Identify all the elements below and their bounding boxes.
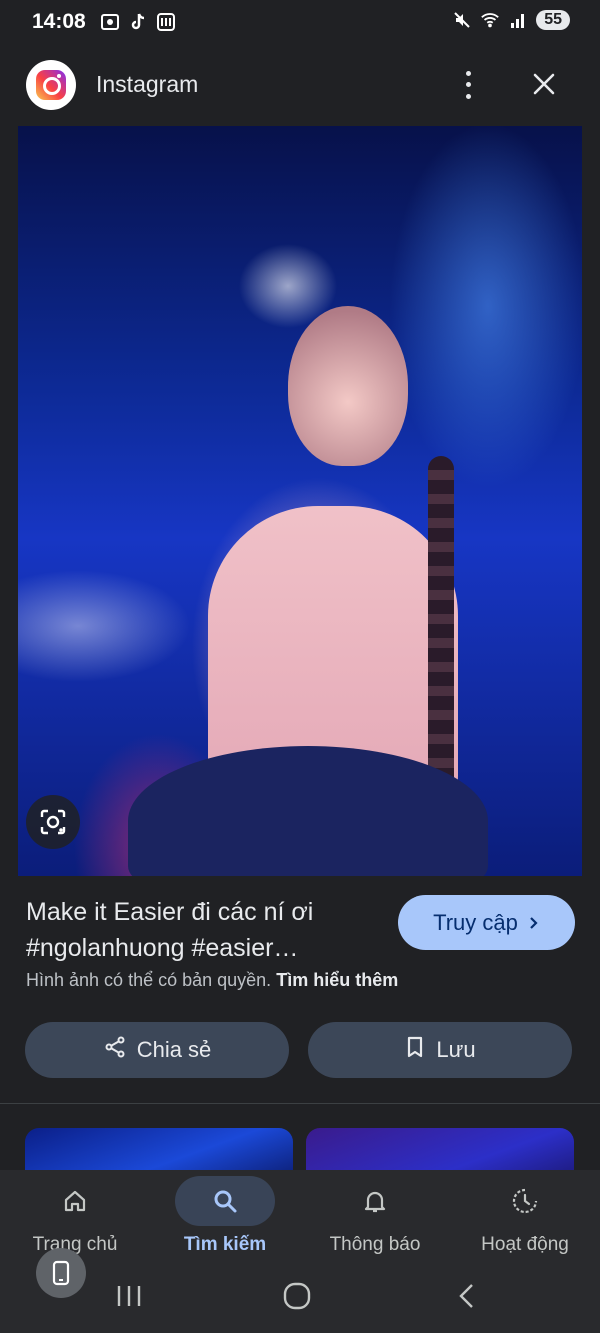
back-icon[interactable] [452, 1281, 482, 1316]
wifi-icon [480, 10, 500, 30]
result-title-line1: Make it Easier đi các ní ơi [26, 898, 314, 926]
status-time: 14:08 [32, 10, 86, 33]
divider [0, 1103, 600, 1104]
phone-screen-icon[interactable] [36, 1248, 86, 1298]
mute-icon [452, 10, 472, 30]
nav-label-search: Tìm kiếm [183, 1234, 267, 1255]
visit-button[interactable]: Truy cập [398, 895, 575, 950]
instagram-logo-icon [26, 60, 76, 110]
learn-more-link[interactable]: Tìm hiểu thêm [276, 970, 398, 990]
system-navigation-bar [0, 1263, 600, 1333]
chevron-right-icon [526, 910, 540, 936]
more-vert-icon[interactable] [456, 68, 480, 102]
nav-label-notifications: Thông báo [329, 1234, 421, 1255]
save-button[interactable]: Lưu [308, 1022, 572, 1078]
close-icon[interactable] [528, 68, 560, 100]
source-title: Instagram [96, 71, 199, 97]
copyright-notice: Hình ảnh có thể có bản quyền. Tìm hiểu t… [26, 970, 398, 991]
activity-icon [475, 1176, 575, 1226]
status-bar: 14:08 55 [0, 0, 600, 44]
result-image[interactable] [18, 126, 582, 876]
home-button-icon[interactable] [282, 1281, 312, 1316]
nav-label-activity: Hoạt động [481, 1234, 569, 1255]
screenshot-icon [100, 12, 120, 32]
google-lens-icon[interactable] [26, 795, 80, 849]
share-button[interactable]: Chia sẻ [25, 1022, 289, 1078]
tiktok-icon [128, 12, 148, 32]
search-icon [175, 1176, 275, 1226]
visit-button-label: Truy cập [433, 909, 518, 935]
nav-item-search[interactable]: Tìm kiếm [150, 1170, 300, 1270]
share-icon [103, 1035, 127, 1065]
result-title-line2: #ngolanhuong #easier… [26, 934, 299, 962]
status-icons-right: 55 [452, 10, 570, 30]
recent-apps-icon[interactable] [114, 1281, 144, 1316]
copyright-text: Hình ảnh có thể có bản quyền. [26, 970, 272, 990]
gallery-icon [156, 12, 176, 32]
home-icon [25, 1176, 125, 1226]
bookmark-icon [404, 1035, 426, 1065]
nav-item-activity[interactable]: Hoạt động [450, 1170, 600, 1270]
share-label: Chia sẻ [136, 1037, 212, 1062]
result-title[interactable]: Make it Easier đi các ní ơi #ngolanhuong… [26, 894, 376, 966]
battery-indicator: 55 [536, 10, 570, 30]
signal-icon [508, 10, 528, 30]
bell-icon [325, 1176, 425, 1226]
save-label: Lưu [436, 1037, 476, 1062]
source-header: Instagram [0, 44, 600, 126]
status-icons-left [100, 12, 176, 32]
nav-item-notifications[interactable]: Thông báo [300, 1170, 450, 1270]
